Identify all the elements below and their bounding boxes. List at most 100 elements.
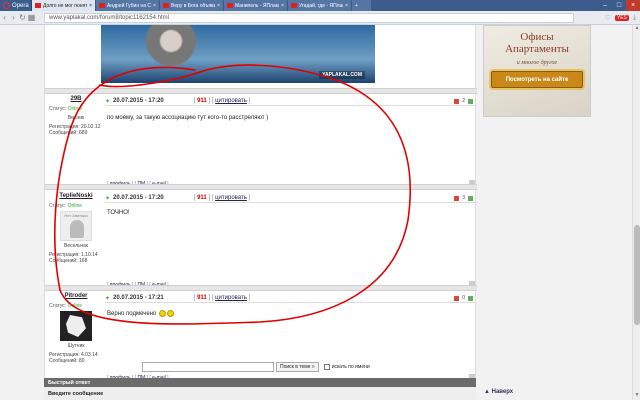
heart-icon[interactable]: ♡: [605, 14, 611, 22]
post-date: 20.07.2015 - 17:20: [113, 195, 164, 201]
post-author: 29B Статус: Online Весник Регистрация: 2…: [49, 96, 103, 136]
status-value: Online: [67, 303, 83, 309]
download-icon[interactable]: ⤓: [633, 14, 636, 22]
avatar-figure: [66, 315, 86, 337]
plus-icon: +: [355, 2, 358, 9]
close-window-icon[interactable]: ×: [626, 0, 640, 11]
search-by-name-checkbox[interactable]: [323, 364, 330, 370]
msgs-count: 168: [79, 258, 88, 264]
post-text: Верно подмечено: [107, 310, 174, 317]
close-tab-icon[interactable]: ×: [345, 3, 348, 9]
yaplakal-favicon-icon: [291, 3, 297, 8]
close-tab-icon[interactable]: ×: [89, 3, 92, 9]
post-header: ✦ 20.07.2015 - 17:21 [ 911 ] [ цитироват…: [105, 294, 477, 303]
tab-3[interactable]: Манипель - ЯПлакалъ×: [224, 0, 288, 11]
post-rating-count: 0: [462, 295, 465, 301]
browser-tab-bar: Opera Долго не мог понять, кто× Андрей Г…: [0, 0, 640, 11]
close-tab-icon[interactable]: ×: [153, 3, 156, 9]
speed-dial-icon[interactable]: ▦: [27, 13, 36, 22]
author-nick[interactable]: 29B: [49, 96, 103, 104]
smiley-icon: [159, 310, 166, 317]
status-label: Статус:: [49, 203, 67, 209]
reload-icon[interactable]: ↻: [18, 13, 27, 22]
url-text: www.yaplakal.com/forum8/topic1162154.htm…: [49, 14, 169, 21]
no-avatar-silhouette-icon: [70, 220, 84, 238]
close-tab-icon[interactable]: ×: [281, 3, 284, 9]
post-link-icon[interactable]: ✦: [105, 295, 110, 302]
post-rating[interactable]: 911: [197, 295, 207, 301]
topic-search-input[interactable]: [142, 362, 274, 372]
ad-tagline: и многое другое: [516, 60, 558, 66]
address-bar-row: ‹ › ↻ ▦ www.yaplakal.com/forum8/topic116…: [0, 11, 640, 25]
tab-0[interactable]: Долго не мог понять, кто×: [32, 0, 96, 11]
sidebar-ad[interactable]: Офисы Апартаменты и многое другое Посмотр…: [483, 25, 591, 117]
ad-line2: Апартаменты: [505, 43, 569, 55]
close-tab-icon[interactable]: ×: [217, 3, 220, 9]
status-value: Online: [67, 203, 83, 209]
rate-up-icon[interactable]: [468, 295, 473, 301]
photo-figure: [141, 25, 201, 71]
post-separator: [45, 285, 477, 291]
ad-line1: Офисы: [520, 31, 554, 43]
post-rating-count: 2: [462, 98, 465, 104]
topic-search: Поиск в теме » искать по имени: [142, 362, 370, 372]
yaplakal-favicon-icon: [35, 3, 41, 8]
post-author: TeplieNoski Статус: Online Нет Аватара В…: [49, 193, 103, 264]
quote-link[interactable]: цитировать: [215, 98, 247, 104]
new-tab[interactable]: +: [352, 0, 372, 11]
back-to-top-link[interactable]: ▲ Наверх: [484, 389, 513, 395]
post-link-icon[interactable]: ✦: [105, 195, 110, 202]
opera-menu-button[interactable]: Opera: [0, 0, 32, 11]
extension-badge[interactable]: YES: [614, 14, 629, 21]
post-rating[interactable]: 911: [197, 195, 207, 201]
forward-arrow-icon[interactable]: ›: [9, 13, 18, 22]
post-date: 20.07.2015 - 17:21: [113, 295, 164, 301]
post-text: по моему, за такую ассоциацию тут кого-т…: [107, 115, 269, 121]
scroll-up-arrow-icon[interactable]: ▲: [633, 25, 640, 33]
post-link-icon[interactable]: ✦: [105, 98, 110, 105]
post-separator: [45, 88, 477, 94]
post-rating-count: 3: [462, 195, 465, 201]
tab-4[interactable]: Угадай, где - ЯПлакалъ×: [288, 0, 352, 11]
rate-down-icon[interactable]: [454, 295, 460, 301]
minimize-icon[interactable]: –: [598, 0, 612, 11]
author-rank: Весельчак: [64, 243, 88, 249]
post-text: ТОЧНО!: [107, 210, 130, 216]
msgs-label: Сообщений:: [49, 358, 78, 364]
tab-title: Веру в Бога объявили н: [171, 2, 215, 9]
post-text-body: Верно подмечено: [107, 311, 157, 318]
smiley-icon: [167, 310, 174, 317]
no-avatar-label: Нет Аватара: [64, 213, 88, 218]
scroll-down-arrow-icon[interactable]: ▼: [633, 392, 640, 400]
author-reg: Регистрация: 4.03.14 Сообщений: 80: [49, 352, 103, 364]
author-nick[interactable]: Pitroder: [49, 293, 103, 301]
yaplakal-favicon-icon: [99, 3, 105, 8]
post-header: ✦ 20.07.2015 - 17:20 [ 911 ] [ цитироват…: [105, 97, 477, 106]
back-arrow-icon[interactable]: ‹: [0, 13, 9, 22]
tab-1[interactable]: Андрей Губин на Сандо н×: [96, 0, 160, 11]
rate-down-icon[interactable]: [454, 98, 460, 104]
status-value: Online: [67, 106, 83, 112]
tab-2[interactable]: Веру в Бога объявили н×: [160, 0, 224, 11]
maximize-icon[interactable]: □: [612, 0, 626, 11]
ad-view-button[interactable]: Посмотреть на сайте: [491, 71, 583, 88]
post-rating[interactable]: 911: [197, 98, 207, 104]
page-scrollbar[interactable]: ▲ ▼: [632, 25, 640, 400]
yaplakal-favicon-icon: [227, 3, 233, 8]
quote-link[interactable]: цитировать: [215, 295, 247, 301]
scrollbar-thumb[interactable]: [634, 225, 640, 325]
msgs-label: Сообщений:: [49, 258, 78, 264]
forum-column: YAPLAKAL.COM 29B Статус: Online Весник Р…: [44, 25, 477, 400]
ad-title: Офисы Апартаменты: [484, 31, 590, 55]
rate-down-icon[interactable]: [454, 195, 460, 201]
author-nick[interactable]: TeplieNoski: [49, 193, 103, 201]
rate-up-icon[interactable]: [468, 195, 473, 201]
url-field[interactable]: www.yaplakal.com/forum8/topic1162154.htm…: [44, 12, 574, 23]
author-status: Статус: Online: [49, 106, 103, 112]
tab-title: Угадай, где - ЯПлакалъ: [299, 2, 343, 9]
rate-up-icon[interactable]: [468, 98, 473, 104]
author-reg: Регистрация: 1.10.14 Сообщений: 168: [49, 252, 103, 264]
quick-reply-prompt: Введите сообщение: [44, 387, 476, 400]
quote-link[interactable]: цитировать: [215, 195, 247, 201]
topic-search-button[interactable]: Поиск в теме »: [276, 362, 319, 372]
